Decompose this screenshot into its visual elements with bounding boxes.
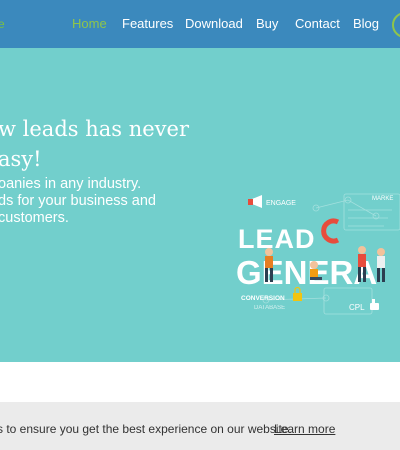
thumbs-up-icon <box>370 299 379 310</box>
nav-home[interactable]: Home <box>72 16 107 32</box>
label-conversion: CONVERSION <box>241 295 285 302</box>
headline-line-2: asy! <box>0 147 42 171</box>
nav-contact[interactable]: Contact <box>295 16 340 32</box>
label-genera: GENERA <box>236 254 377 291</box>
label-market: MARKE <box>372 196 393 202</box>
person-figure-right-2 <box>377 248 385 282</box>
hero-headline: w leads has never asy! <box>0 114 189 174</box>
nav-blog[interactable]: Blog <box>353 16 379 32</box>
learn-more-link[interactable]: Learn more <box>274 422 335 436</box>
label-lead: LEAD <box>238 224 316 254</box>
top-navbar: e Home Features Download Buy Contact Blo… <box>0 0 400 48</box>
nav-buy[interactable]: Buy <box>256 16 278 32</box>
cookie-banner: s to ensure you get the best experience … <box>0 402 400 450</box>
cookie-message: s to ensure you get the best experience … <box>0 422 292 436</box>
headline-line-1: w leads has never <box>0 117 189 141</box>
label-cpl: CPL <box>349 303 365 312</box>
megaphone-icon <box>248 195 262 208</box>
magnet-icon <box>321 218 340 244</box>
sub-line-1: oanies in any industry. <box>0 176 142 192</box>
nav-features[interactable]: Features <box>122 16 173 32</box>
label-engage: ENGAGE <box>266 200 296 207</box>
hero-subtext: oanies in any industry. ds for your busi… <box>0 176 156 227</box>
sub-line-2: ds for your business and <box>0 193 156 209</box>
sub-line-3: customers. <box>0 210 69 226</box>
lead-generation-illustration: ENGAGE MARKE LEAD GENERA CONVERSION DATA… <box>236 193 400 315</box>
hero-section: w leads has never asy! oanies in any ind… <box>0 48 400 362</box>
label-database: DATABASE <box>254 305 285 311</box>
nav-download[interactable]: Download <box>185 16 243 32</box>
nav-menu: Home Features Download Buy Contact Blog <box>0 16 400 34</box>
